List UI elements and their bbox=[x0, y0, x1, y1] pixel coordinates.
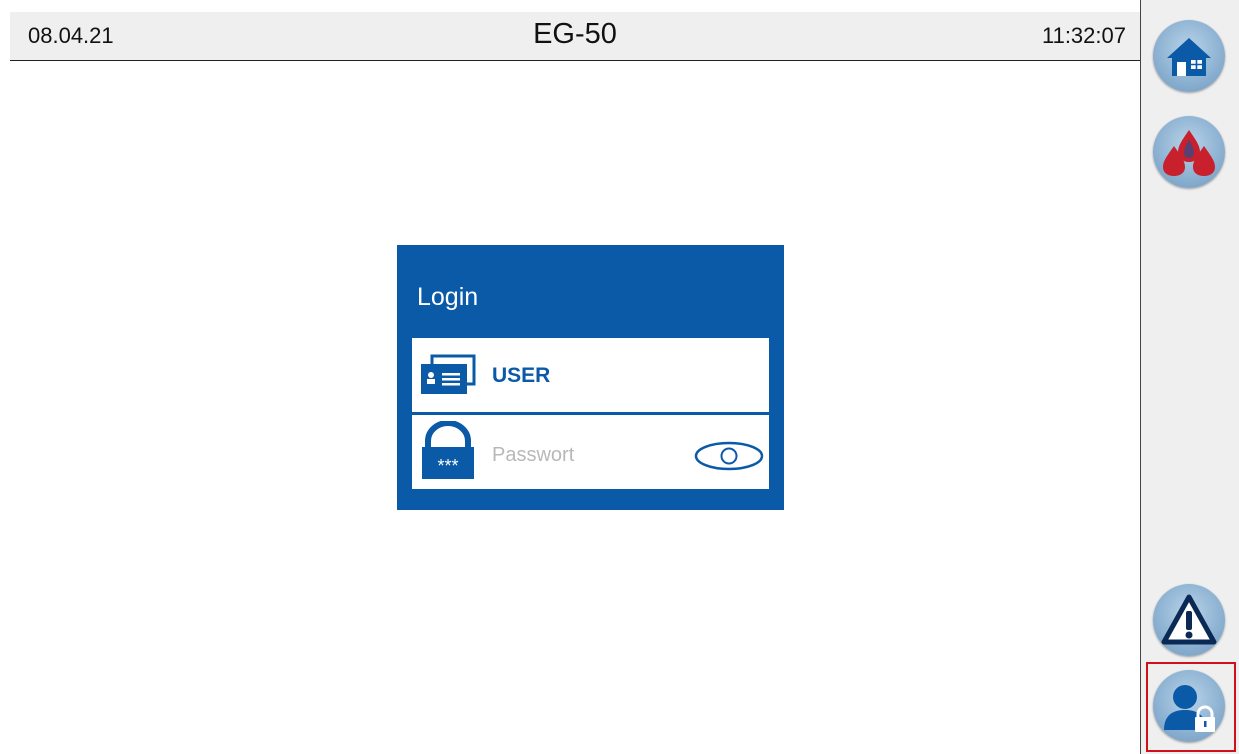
warning-button[interactable] bbox=[1153, 584, 1225, 656]
login-panel: Login USER *** bbox=[397, 245, 784, 510]
selected-indicator bbox=[1146, 662, 1236, 752]
warning-icon bbox=[1161, 594, 1217, 645]
fire-button[interactable] bbox=[1153, 116, 1225, 188]
padlock-icon: *** bbox=[418, 420, 478, 488]
header-time: 11:32:07 bbox=[1041, 23, 1126, 48]
page-title: EG-50 bbox=[533, 18, 617, 50]
password-field-row: *** bbox=[412, 415, 769, 489]
home-button[interactable] bbox=[1153, 20, 1225, 92]
login-title: Login bbox=[417, 283, 479, 311]
fire-icon bbox=[1163, 130, 1215, 176]
header-bar: 08.04.21 EG-50 11:32:07 bbox=[10, 12, 1140, 61]
padlock-icon-text: *** bbox=[437, 456, 458, 476]
sidebar bbox=[1140, 0, 1239, 754]
password-input[interactable] bbox=[490, 439, 684, 471]
user-label: USER bbox=[492, 364, 551, 387]
home-icon bbox=[1167, 38, 1211, 76]
id-card-icon bbox=[418, 352, 478, 401]
user-field[interactable]: USER bbox=[412, 338, 769, 412]
show-password-icon[interactable] bbox=[694, 441, 764, 471]
